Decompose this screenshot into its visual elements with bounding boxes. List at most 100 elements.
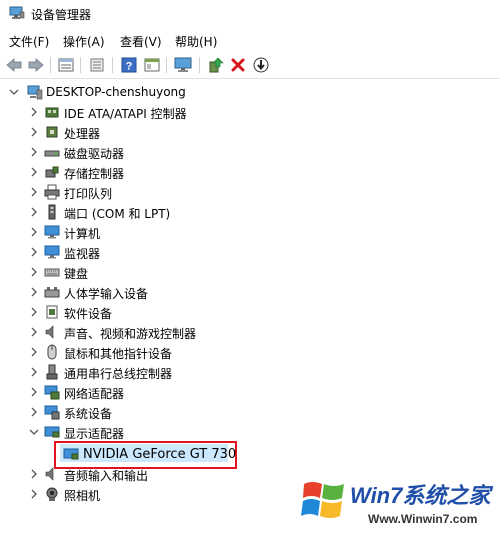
toolbar-separator: [166, 57, 167, 73]
properties-icon[interactable]: [57, 56, 75, 74]
tree-item-label: 网络适配器: [64, 387, 125, 401]
chevron-down-icon[interactable]: [9, 87, 19, 97]
tree-item-processor[interactable]: 处理器: [0, 122, 500, 142]
tree-item-label: IDE ATA/ATAPI 控制器: [64, 107, 187, 121]
tree-item-print-queue[interactable]: 打印队列: [0, 182, 500, 202]
ide-controller-icon: [45, 107, 59, 118]
keyboard-icon: [44, 268, 60, 277]
tree-item-computer[interactable]: 计算机: [0, 222, 500, 242]
tree-item-disk[interactable]: 磁盘驱动器: [0, 142, 500, 162]
tree-item-label: 人体学输入设备: [64, 287, 149, 301]
chevron-right-icon[interactable]: [29, 227, 39, 237]
tree-item-label: 端口 (COM 和 LPT): [64, 207, 171, 221]
menu-file[interactable]: 文件(F): [9, 33, 49, 50]
uninstall-icon[interactable]: [229, 56, 247, 74]
chevron-right-icon[interactable]: [29, 267, 39, 277]
menu-view[interactable]: 查看(V): [120, 33, 162, 50]
chevron-right-icon[interactable]: [29, 407, 39, 417]
chevron-right-icon[interactable]: [29, 167, 39, 177]
window-title: 设备管理器: [31, 8, 92, 22]
chevron-right-icon[interactable]: [29, 307, 39, 317]
forward-icon[interactable]: [27, 56, 45, 74]
tree-item-hid[interactable]: 人体学输入设备: [0, 282, 500, 302]
tree-item-label: 系统设备: [64, 407, 113, 421]
chevron-right-icon[interactable]: [29, 367, 39, 377]
tree-item-mouse[interactable]: 鼠标和其他指针设备: [0, 342, 500, 362]
tree-item-usb[interactable]: 通用串行总线控制器: [0, 362, 500, 382]
chevron-right-icon[interactable]: [29, 207, 39, 217]
chevron-right-icon[interactable]: [29, 147, 39, 157]
tree-item-label: 计算机: [64, 227, 101, 241]
display-adapter-icon: [44, 426, 60, 438]
download-icon[interactable]: [252, 56, 270, 74]
tree-root[interactable]: DESKTOP-chenshuyong: [0, 82, 500, 102]
tree-item-keyboard[interactable]: 键盘: [0, 262, 500, 282]
back-icon[interactable]: [5, 56, 23, 74]
hid-icon: [44, 287, 60, 298]
tree-item-label: 软件设备: [64, 307, 113, 321]
chevron-down-icon[interactable]: [29, 427, 39, 437]
toolbar-separator: [50, 57, 51, 73]
tree-item-monitor[interactable]: 监视器: [0, 242, 500, 262]
tree-item-port[interactable]: 端口 (COM 和 LPT): [0, 202, 500, 222]
tree-item-label: 打印队列: [64, 187, 113, 201]
chevron-right-icon[interactable]: [29, 187, 39, 197]
tree-item-sound[interactable]: 声音、视频和游戏控制器: [0, 322, 500, 342]
port-icon: [48, 204, 56, 220]
chevron-right-icon[interactable]: [29, 127, 39, 137]
camera-icon: [46, 487, 58, 501]
tree-item-label: 键盘: [64, 267, 89, 281]
svg-text:?: ?: [126, 61, 133, 73]
tree-item-system[interactable]: 系统设备: [0, 402, 500, 422]
system-device-icon: [44, 405, 60, 420]
watermark: Win7系统之家 Www.Winwin7.com: [298, 470, 498, 532]
tree-item-display-adapter[interactable]: 显示适配器: [0, 422, 500, 442]
audio-io-icon: [45, 467, 54, 481]
tree-item-label: 通用串行总线控制器: [64, 367, 173, 381]
chevron-right-icon[interactable]: [29, 387, 39, 397]
update-driver-icon[interactable]: [207, 56, 225, 74]
menu-action[interactable]: 操作(A): [63, 33, 105, 50]
tree-item-label: 照相机: [64, 489, 101, 503]
chevron-right-icon[interactable]: [29, 287, 39, 297]
tree-root-label: DESKTOP-chenshuyong: [46, 85, 186, 99]
tree-item-label: 音频输入和输出: [64, 469, 149, 483]
watermark-brand: Win7系统之家: [350, 483, 491, 508]
chevron-right-icon[interactable]: [29, 469, 39, 479]
chevron-right-icon[interactable]: [29, 347, 39, 357]
windows-logo-icon: [301, 482, 344, 518]
tree-item-label: 显示适配器: [64, 427, 125, 441]
chevron-right-icon[interactable]: [29, 489, 39, 499]
device-tree: DESKTOP-chenshuyong IDE ATA/ATAPI 控制器 处理…: [0, 82, 500, 535]
tree-item-software[interactable]: 软件设备: [0, 302, 500, 322]
chevron-right-icon[interactable]: [29, 107, 39, 117]
tree-item-network[interactable]: 网络适配器: [0, 382, 500, 402]
computer-icon: [44, 225, 60, 239]
storage-controller-icon: [45, 166, 59, 178]
tree-item-label: 鼠标和其他指针设备: [64, 347, 173, 361]
tree-item-label: 声音、视频和游戏控制器: [64, 327, 197, 341]
tree-item-ide[interactable]: IDE ATA/ATAPI 控制器: [0, 102, 500, 122]
chevron-right-icon[interactable]: [29, 247, 39, 257]
usb-icon: [46, 364, 58, 380]
print-queue-icon: [44, 184, 60, 200]
monitor-icon: [44, 245, 60, 259]
help-icon[interactable]: ?: [120, 56, 138, 74]
sound-icon: [45, 325, 54, 339]
menu-bar: 文件(F) 操作(A) 查看(V) 帮助(H): [0, 31, 500, 51]
tree-item-storage[interactable]: 存储控制器: [0, 162, 500, 182]
view-icon[interactable]: [143, 56, 161, 74]
toolbar: ?: [0, 52, 500, 79]
tree-item-label: 存储控制器: [64, 167, 125, 181]
tree-item-label: 监视器: [64, 247, 101, 261]
network-adapter-icon: [44, 385, 60, 400]
show-icon[interactable]: [88, 56, 106, 74]
monitor-icon[interactable]: [174, 56, 192, 74]
toolbar-separator: [112, 57, 113, 73]
tree-item-label: 处理器: [64, 127, 101, 141]
menu-help[interactable]: 帮助(H): [175, 33, 217, 50]
processor-icon: [46, 126, 58, 138]
tree-item-label: NVIDIA GeForce GT 730: [83, 447, 237, 462]
chevron-right-icon[interactable]: [29, 327, 39, 337]
tree-item-gpu[interactable]: NVIDIA GeForce GT 730: [0, 444, 500, 464]
